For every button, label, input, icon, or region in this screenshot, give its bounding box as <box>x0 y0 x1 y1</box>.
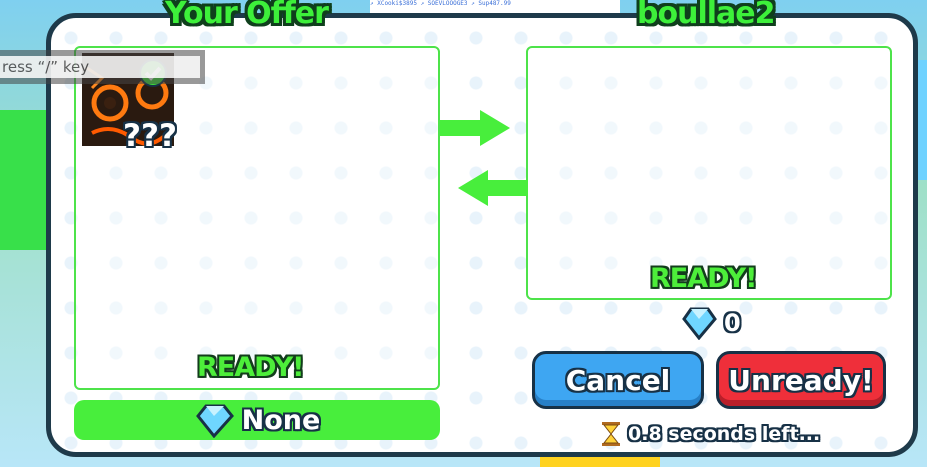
partner-offer-box <box>526 46 892 300</box>
hourglass-icon <box>602 422 620 446</box>
partner-gems: 0 <box>680 306 741 340</box>
trade-timer: 0.8 seconds left... <box>600 421 820 447</box>
cancel-button[interactable]: Cancel <box>532 351 704 409</box>
unready-button[interactable]: Unready! <box>716 351 886 409</box>
gems-offer-label: None <box>241 404 321 436</box>
partner-ready-label: READY! <box>650 263 757 294</box>
timer-text: 0.8 seconds left... <box>628 423 821 445</box>
gems-offer-bar[interactable]: None <box>74 400 440 440</box>
background-sign: ↗ XCooki$3895 ↗ SOEVLOOOGE3 ↗ Sup487.99 <box>370 0 620 14</box>
partner-name-title: boullae2 <box>637 0 775 31</box>
your-ready-label: READY! <box>197 352 304 383</box>
chat-hint: ress “/” key <box>0 50 205 84</box>
your-offer-title: Your Offer <box>165 0 329 31</box>
chat-hint-text: ress “/” key <box>0 56 200 78</box>
diamond-icon <box>195 404 234 438</box>
partner-gems-value: 0 <box>724 309 741 337</box>
item-label: ??? <box>123 118 177 154</box>
diamond-icon <box>682 307 717 340</box>
trade-arrows-icon <box>440 110 528 206</box>
